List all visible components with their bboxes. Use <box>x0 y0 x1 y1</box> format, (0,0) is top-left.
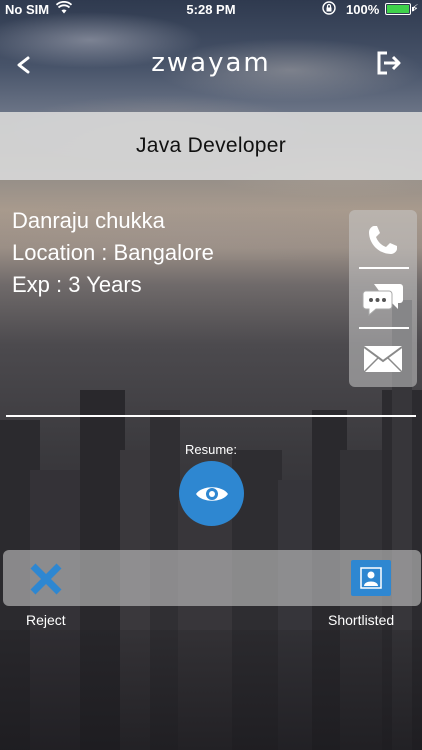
mail-icon <box>363 346 403 373</box>
phone-icon <box>369 226 397 254</box>
candidate-name: Danraju chukka <box>12 208 165 233</box>
call-button[interactable] <box>349 212 417 268</box>
battery-icon <box>385 3 414 15</box>
job-title: Java Developer <box>135 134 287 157</box>
logout-button[interactable] <box>372 48 406 78</box>
shortlist-label: Shortlisted <box>328 612 395 628</box>
user-icon <box>360 567 382 589</box>
shortlist-button[interactable] <box>351 560 391 596</box>
eye-icon <box>195 486 228 501</box>
candidate-info: Danraju chukka Location : Bangalore Exp … <box>12 205 214 301</box>
battery-percent: 100% <box>346 2 380 17</box>
message-button[interactable] <box>349 271 417 327</box>
section-divider <box>6 415 416 417</box>
reject-label: Reject <box>26 612 66 628</box>
email-button[interactable] <box>349 331 417 387</box>
view-resume-button[interactable] <box>179 461 244 526</box>
resume-label: Resume: <box>184 442 238 457</box>
app-logo: zwayam <box>151 48 271 78</box>
rotation-lock-icon <box>322 1 336 18</box>
charging-icon: ⚡ <box>411 3 419 15</box>
contact-separator <box>359 327 409 329</box>
status-bar: No SIM 5:28 PM 100% ⚡ <box>0 0 422 20</box>
logout-icon <box>377 51 401 75</box>
chat-icon <box>362 284 403 316</box>
job-title-bar: Java Developer <box>0 112 422 180</box>
candidate-experience: Exp : 3 Years <box>12 272 142 297</box>
close-icon <box>30 563 62 595</box>
action-bar <box>3 550 421 606</box>
candidate-location: Location : Bangalore <box>12 240 214 265</box>
contact-separator <box>359 267 409 269</box>
reject-button[interactable] <box>28 561 64 597</box>
contact-panel <box>349 210 417 387</box>
